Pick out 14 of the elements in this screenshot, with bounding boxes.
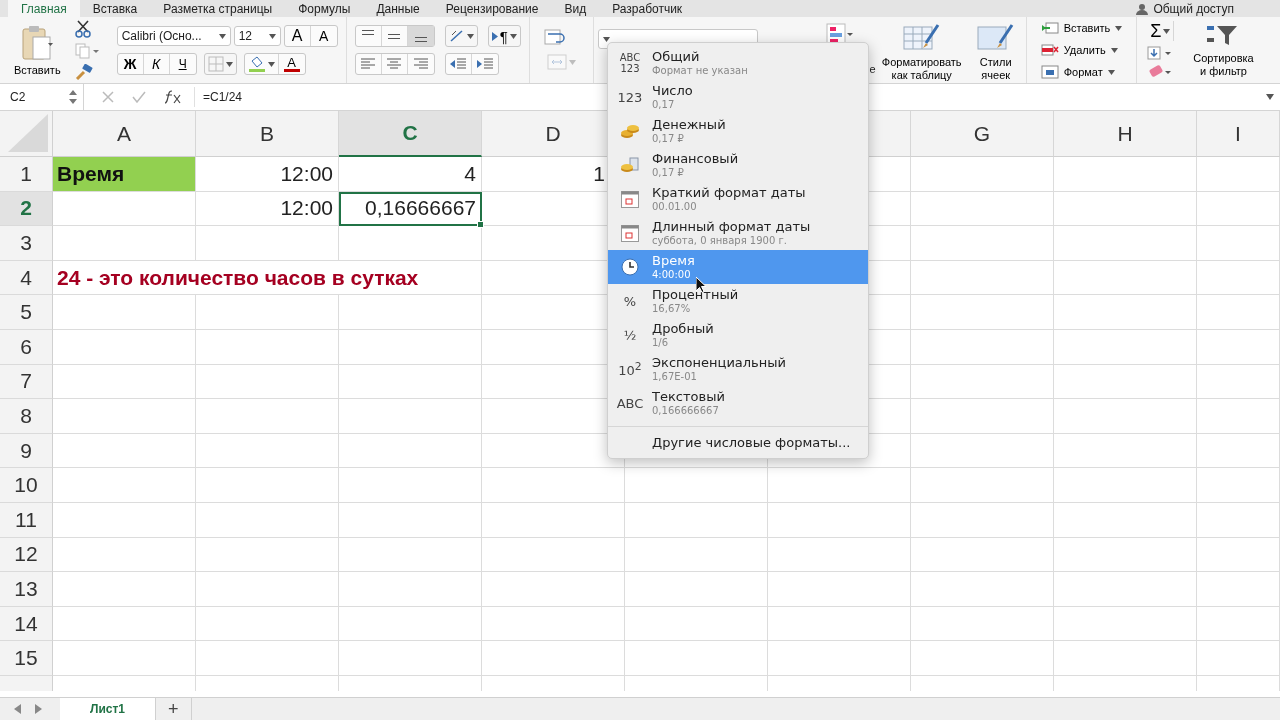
conditional-formatting-label: е: [869, 63, 876, 75]
cell-text: 12:00: [280, 161, 334, 186]
format-glyph: 123: [617, 89, 643, 105]
format-glyph: ABC 123: [619, 52, 641, 74]
cell-text: 12:00: [280, 196, 334, 221]
note-text: 24 - это количество часов в сутках: [56, 265, 419, 290]
format-glyph: %: [623, 293, 637, 309]
format-glyph: 10$^{2}$: [618, 359, 642, 379]
cell-text: 4: [464, 161, 477, 186]
cell-text: Время: [56, 161, 125, 186]
cell-text: 0,16666667: [365, 196, 477, 221]
cell-text: 1: [593, 161, 606, 186]
format-glyph: ½: [623, 327, 637, 343]
format-glyph: ABC: [616, 395, 644, 411]
